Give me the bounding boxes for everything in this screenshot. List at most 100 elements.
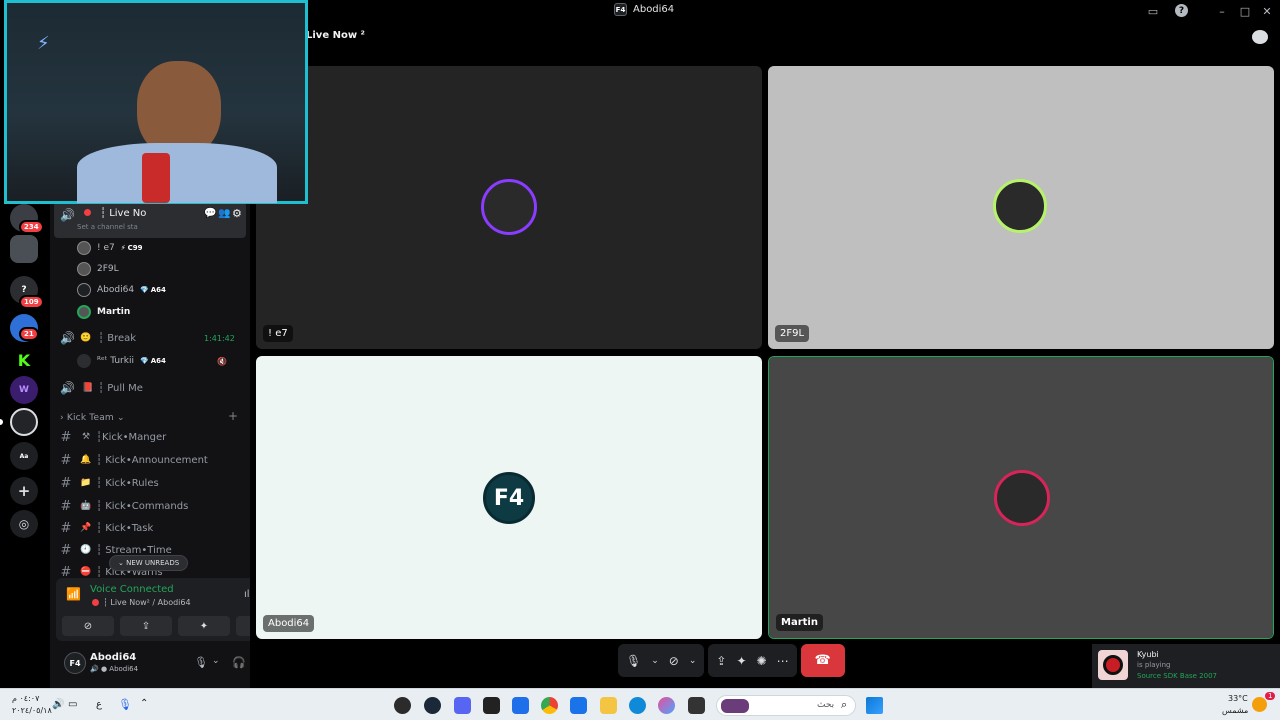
volume-icon[interactable]: 🔊 xyxy=(52,699,64,710)
server-icon[interactable] xyxy=(10,235,38,263)
add-server-icon[interactable]: + xyxy=(10,477,38,505)
activities-button[interactable]: ✦ xyxy=(178,616,230,636)
tray-chevron-icon[interactable]: ⌃ xyxy=(140,698,148,709)
voice-member[interactable]: 2F9L xyxy=(77,260,119,278)
maximize-button[interactable]: □ xyxy=(1237,3,1253,19)
search-icon: ⌕ xyxy=(841,698,848,711)
chat-icon[interactable]: 💬 xyxy=(204,208,216,219)
share-screen-button[interactable]: ⇪ xyxy=(120,616,172,636)
voice-member[interactable]: ᴿᵉᵗ Turkii 💎 A64 🔇 xyxy=(77,352,227,370)
search-placeholder: بحث xyxy=(817,700,835,710)
voice-channel-pull-me[interactable]: 🔊 📕 ┆ Pull Me xyxy=(54,374,246,402)
text-channel[interactable]: # 📁 ┆ Kick•Rules xyxy=(58,473,244,493)
xbox-icon[interactable] xyxy=(483,697,500,714)
username: Abodi64 xyxy=(90,652,137,663)
category-kick-team[interactable]: › Kick Team ⌄ xyxy=(60,413,125,423)
participant-name: 2F9L xyxy=(775,325,810,342)
text-channel[interactable]: # 🤖 ┆ Kick•Commands xyxy=(58,496,244,516)
weather-temp: 33°C xyxy=(1228,694,1248,703)
chevron-down-icon[interactable]: ⌄ xyxy=(651,656,659,666)
kick-server-icon[interactable]: K xyxy=(10,346,38,374)
new-unreads-button[interactable]: ⌄ NEW UNREADS xyxy=(109,555,189,571)
voice-channel-live-now[interactable]: 🔊 ┆ Live No Set a channel sta 💬 👥 ⚙ xyxy=(54,202,246,238)
server-unread-badge: 234 xyxy=(19,220,44,234)
microphone-icon[interactable]: 🎙 xyxy=(118,698,132,711)
camera-off-icon[interactable]: ⊘ xyxy=(669,654,679,668)
app-icon[interactable] xyxy=(512,697,529,714)
microphone-icon[interactable]: 🎙 xyxy=(194,656,208,669)
windows-start-icon[interactable] xyxy=(866,697,883,714)
break-emoji-icon: 🙂 xyxy=(80,333,92,343)
discord-icon[interactable] xyxy=(454,697,471,714)
webcam-overlay: ⚡ xyxy=(4,0,308,204)
participant-tile[interactable]: F4 Abodi64 xyxy=(256,356,762,639)
chrome-icon[interactable] xyxy=(541,697,558,714)
avatar xyxy=(993,179,1047,233)
activities-icon[interactable]: ✦ xyxy=(736,654,746,668)
hash-icon: # xyxy=(60,452,72,468)
inbox-icon[interactable]: ▭ xyxy=(1145,3,1161,19)
chevron-down-icon[interactable]: ⌄ xyxy=(212,656,220,666)
chevron-down-icon[interactable]: ⌄ xyxy=(689,656,697,666)
weather-sun-icon[interactable] xyxy=(1252,697,1267,712)
channel-status-input[interactable]: Set a channel sta xyxy=(77,223,138,231)
soundboard-icon[interactable]: ✺ xyxy=(757,654,767,668)
voice-channel-label: ┆ Live No xyxy=(100,208,147,219)
member-tag: 💎 A64 xyxy=(140,286,166,294)
headphones-icon[interactable]: 🎧 xyxy=(232,656,246,669)
copilot-icon[interactable] xyxy=(658,697,675,714)
share-screen-icon[interactable]: ⇪ xyxy=(716,654,726,668)
voice-server-icon[interactable] xyxy=(10,408,38,436)
muted-icon: 🔇 xyxy=(217,356,227,366)
live-indicator-icon xyxy=(92,599,99,606)
text-channel-label: ┆Kick•Manger xyxy=(96,431,167,443)
text-channel-label: ┆ Stream•Time xyxy=(96,544,172,556)
search-bar[interactable]: بحث ⌕ xyxy=(716,695,856,716)
app-icon[interactable] xyxy=(394,697,411,714)
channel-timer: 1:41:42 xyxy=(204,333,235,343)
channel-emoji-icon: 📕 xyxy=(82,383,94,393)
avatar xyxy=(77,354,91,368)
weather-desc: مشمس xyxy=(1222,706,1249,715)
voice-channel-break[interactable]: 🔊 🙂 ┆ Break 1:41:42 xyxy=(54,324,246,352)
invite-icon[interactable]: 👥 xyxy=(218,208,230,219)
server-folder-icon[interactable]: Aa xyxy=(10,442,38,470)
network-icon[interactable]: ▭ xyxy=(68,699,77,710)
store-icon[interactable] xyxy=(570,697,587,714)
voice-channel-link[interactable]: ┆ Live Now² / Abodi64 xyxy=(92,598,191,607)
avatar[interactable]: F4 xyxy=(64,652,86,674)
add-channel-icon[interactable]: + xyxy=(228,409,238,423)
microphone-icon[interactable]: 🎙 xyxy=(626,654,641,668)
language-indicator[interactable]: ع xyxy=(96,699,102,710)
toggle-camera-button[interactable]: ⊘ xyxy=(62,616,114,636)
app-icon[interactable] xyxy=(688,697,705,714)
streamer-body xyxy=(77,143,277,203)
edge-icon[interactable] xyxy=(629,697,646,714)
hang-up-button[interactable]: ☎ xyxy=(800,644,845,677)
close-button[interactable]: ✕ xyxy=(1259,3,1275,19)
settings-icon[interactable]: ⚙ xyxy=(232,207,242,220)
text-channel[interactable]: # 🔔 ┆ Kick•Announcement xyxy=(58,450,244,470)
file-explorer-icon[interactable] xyxy=(600,697,617,714)
avatar xyxy=(77,305,91,319)
participant-tile[interactable]: 2F9L xyxy=(768,66,1274,349)
voice-member[interactable]: ! e7 ⚡ C99 xyxy=(77,239,143,257)
discover-icon[interactable]: ◎ xyxy=(10,510,38,538)
activity-card[interactable]: Kyubi is playing Source SDK Base 2007 xyxy=(1092,644,1280,688)
more-icon[interactable]: ⋯ xyxy=(777,654,789,668)
member-name: Martin xyxy=(97,307,131,317)
signal-icon[interactable]: 📶 xyxy=(66,587,81,601)
voice-member[interactable]: Abodi64 💎 A64 xyxy=(77,281,166,299)
minimize-button[interactable]: – xyxy=(1214,3,1230,19)
text-channel[interactable]: # ⚒ ┆Kick•Manger xyxy=(58,427,244,447)
server-icon[interactable]: W xyxy=(10,376,38,404)
voice-member[interactable]: Martin xyxy=(77,303,130,321)
steam-icon[interactable] xyxy=(424,697,441,714)
help-icon[interactable]: ? xyxy=(1175,4,1188,17)
participant-tile-speaking[interactable]: Martin xyxy=(768,356,1274,639)
participant-tile[interactable]: ! e7 xyxy=(256,66,762,349)
server-unread-badge: 21 xyxy=(19,327,39,341)
member-name: ! e7 xyxy=(97,243,115,253)
text-channel[interactable]: # 📌 ┆ Kick•Task xyxy=(58,518,244,538)
chat-icon[interactable] xyxy=(1252,30,1268,44)
